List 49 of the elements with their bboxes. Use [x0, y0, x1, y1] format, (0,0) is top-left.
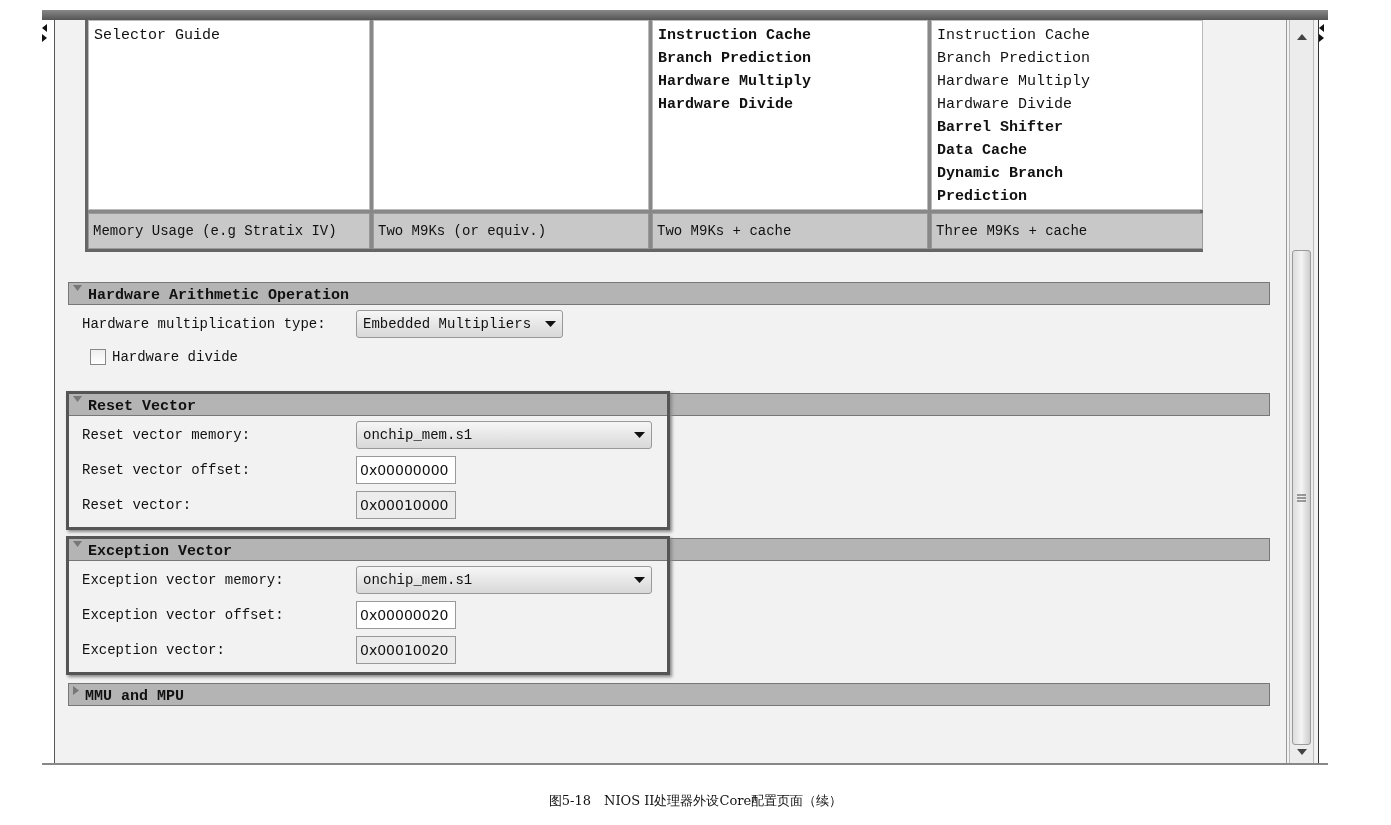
field-label: Hardware multiplication type: — [82, 316, 327, 332]
grip-icon — [1297, 493, 1306, 502]
feature-text: Data Cache — [937, 141, 1028, 161]
field-label: Exception vector offset: — [82, 607, 285, 623]
caret-icon — [634, 432, 645, 438]
input-field[interactable]: 0x00000020 — [356, 601, 456, 629]
section-header[interactable]: Reset Vector — [68, 393, 1270, 416]
collapse-icon[interactable] — [73, 541, 82, 547]
collapse-icon[interactable] — [73, 285, 82, 291]
feature-text: Hardware Multiply — [658, 72, 813, 92]
field-label: Exception vector memory: — [82, 572, 285, 588]
collapse-icon[interactable] — [73, 396, 82, 402]
scroll-down-icon[interactable] — [1296, 749, 1307, 755]
table-cell: Three M9Ks + cache — [931, 213, 1203, 249]
dropdown[interactable]: onchip_mem.s1 — [356, 421, 652, 449]
field-label: Reset vector: — [82, 497, 193, 513]
dropdown[interactable]: onchip_mem.s1 — [356, 566, 652, 594]
feature-text: Barrel Shifter — [937, 118, 1065, 138]
input-field[interactable]: 0x00000000 — [356, 456, 456, 484]
table-cell: Memory Usage (e.g Stratix IV) — [88, 213, 370, 249]
feature-text: Instruction Cache — [658, 26, 813, 46]
field-label: Reset vector offset: — [82, 462, 252, 478]
feature-text: Branch Prediction — [658, 49, 813, 69]
scroll-up-icon[interactable] — [1296, 34, 1307, 40]
table-cell: Two M9Ks + cache — [652, 213, 928, 249]
feature-text: Instruction Cache — [937, 26, 1092, 46]
field-label: Exception vector: — [82, 642, 226, 658]
caret-icon — [634, 577, 645, 583]
feature-text: Branch Prediction — [937, 49, 1092, 69]
feature-text: Selector Guide — [94, 26, 222, 46]
splitter-arrows-icon[interactable] — [1319, 22, 1324, 44]
scroll-thumb[interactable] — [1292, 250, 1311, 745]
feature-text: Dynamic Branch — [937, 164, 1065, 184]
section-header[interactable]: Exception Vector — [68, 538, 1270, 561]
checkbox[interactable]: Hardware divide — [90, 349, 667, 365]
section-header[interactable]: Hardware Arithmetic Operation — [68, 282, 1270, 305]
feature-text: Prediction — [937, 187, 1028, 207]
field-label: Reset vector memory: — [82, 427, 252, 443]
figure-caption: 图5-18 NIOS II处理器外设Core配置页面（续） — [547, 792, 844, 810]
feature-text: Hardware Divide — [937, 95, 1074, 115]
caret-icon — [545, 321, 557, 327]
scrollbar[interactable] — [1289, 20, 1314, 763]
feature-text: Hardware Divide — [658, 95, 795, 115]
section-header[interactable]: MMU and MPU — [68, 683, 1270, 706]
expand-icon[interactable] — [73, 686, 79, 695]
splitter-arrows-icon[interactable] — [42, 22, 47, 44]
dropdown[interactable]: Embedded Multipliers — [356, 310, 564, 338]
table-cell: Two M9Ks (or equiv.) — [373, 213, 649, 249]
feature-text: Hardware Multiply — [937, 72, 1092, 92]
